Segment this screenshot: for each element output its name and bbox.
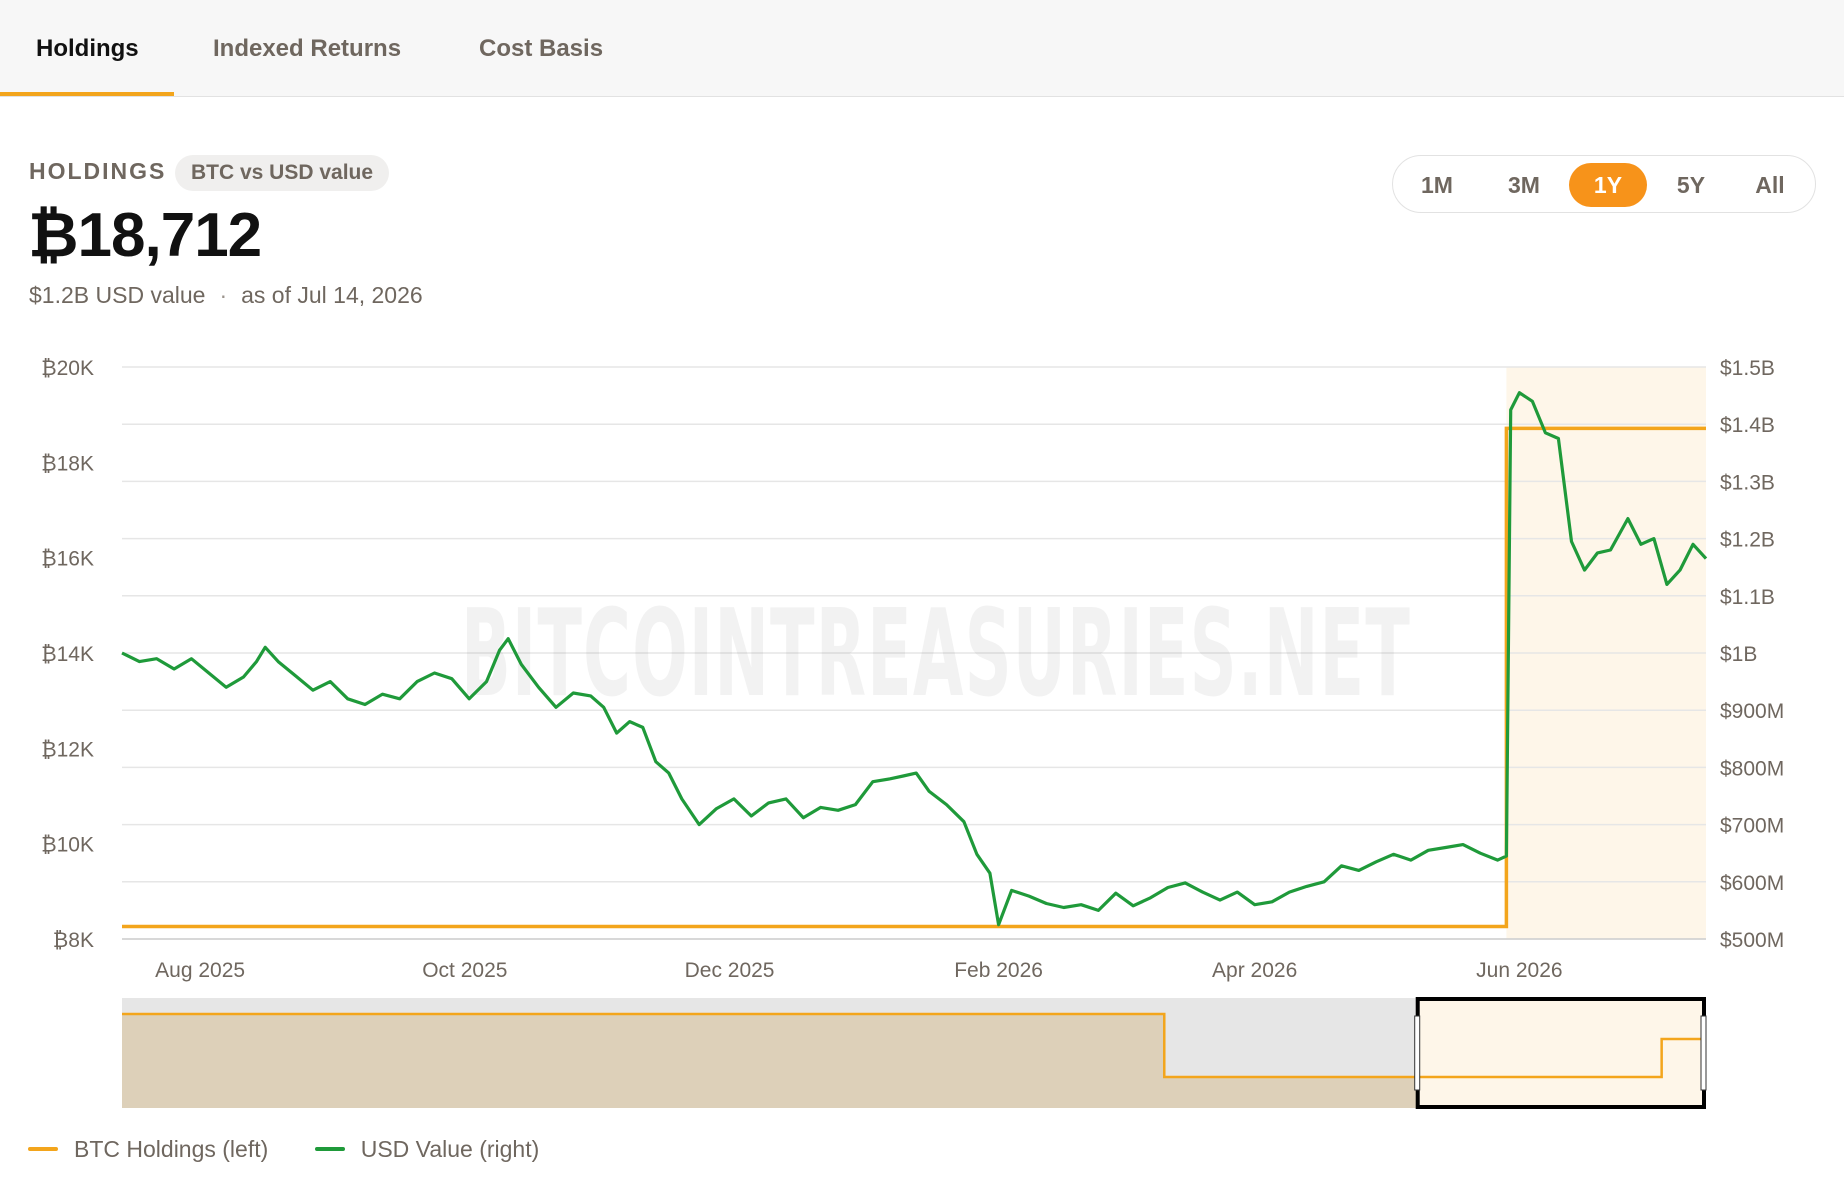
range-button-1y[interactable]: 1Y	[1569, 163, 1647, 207]
watermark: BITCOINTREASURIES.NET	[461, 585, 1411, 724]
x-tick-label: Aug 2025	[155, 959, 245, 982]
y-right-tick-label: $800M	[1720, 757, 1784, 780]
y-left-tick-label: ₿12K	[41, 738, 94, 761]
legend-item-usd-value[interactable]: USD Value (right)	[314, 1136, 540, 1163]
navigator	[122, 997, 1707, 1109]
tab-cost-basis[interactable]: Cost Basis	[479, 0, 603, 97]
range-button-all[interactable]: All	[1735, 163, 1805, 207]
y-left-tick-label: ₿10K	[41, 834, 94, 857]
y-right-tick-label: $1.2B	[1720, 529, 1775, 552]
y-left-tick-label: ₿16K	[41, 548, 94, 571]
range-button-3m[interactable]: 3M	[1489, 163, 1559, 207]
y-left-tick-label: ₿18K	[41, 452, 94, 475]
tab-bar: Holdings Indexed Returns Cost Basis	[0, 0, 1844, 97]
active-tab-indicator	[0, 92, 174, 96]
tab-holdings[interactable]: Holdings	[36, 0, 139, 97]
range-button-1m[interactable]: 1M	[1405, 163, 1469, 207]
x-tick-label: Dec 2025	[685, 959, 775, 982]
x-tick-label: Jun 2026	[1476, 959, 1562, 982]
x-tick-label: Feb 2026	[954, 959, 1043, 982]
chart-legend: BTC Holdings (left) USD Value (right)	[28, 1136, 581, 1166]
y-right-tick-label: $700M	[1720, 815, 1784, 838]
as-of-date: as of Jul 14, 2026	[241, 282, 423, 308]
y-left-tick-label: ₿20K	[41, 357, 94, 380]
navigator-handle-right	[1700, 1015, 1707, 1091]
y-right-tick-label: $1.5B	[1720, 357, 1775, 380]
y-right-tick-label: $1.3B	[1720, 471, 1775, 494]
legend-swatch-usd	[314, 1146, 345, 1151]
range-selector: 1M 3M 1Y 5Y All	[1392, 155, 1816, 213]
holdings-value: ₿18,712	[28, 201, 262, 270]
legend-swatch-btc	[28, 1146, 58, 1151]
x-tick-label: Apr 2026	[1212, 959, 1297, 982]
value-subline: $1.2B USD value · as of Jul 14, 2026	[29, 282, 423, 309]
tab-indexed-returns[interactable]: Indexed Returns	[213, 0, 401, 97]
y-left-tick-label: ₿14K	[41, 643, 94, 666]
y-right-tick-label: $1.4B	[1720, 414, 1775, 437]
legend-item-btc-holdings[interactable]: BTC Holdings (left)	[28, 1136, 268, 1163]
y-right-tick-label: $600M	[1720, 872, 1784, 895]
separator: ·	[219, 282, 228, 308]
section-title: HOLDINGS	[29, 158, 167, 184]
usd-value: $1.2B USD value	[29, 282, 206, 308]
navigator-handle-left	[1414, 1015, 1421, 1091]
y-right-tick-label: $1B	[1720, 643, 1757, 666]
comparison-pill: BTC vs USD value	[175, 155, 390, 191]
y-right-tick-label: $1.1B	[1720, 586, 1775, 609]
range-button-5y[interactable]: 5Y	[1659, 163, 1723, 207]
legend-label-btc: BTC Holdings (left)	[74, 1136, 269, 1162]
y-right-tick-label: $900M	[1720, 700, 1784, 723]
holdings-chart: BITCOINTREASURIES.NET ₿8K ₿10K ₿12K ₿14K ₿16K…	[41, 357, 1784, 1109]
x-tick-label: Oct 2025	[422, 959, 507, 982]
y-right-tick-label: $500M	[1720, 929, 1784, 952]
y-left-tick-label: ₿8K	[53, 929, 94, 952]
legend-label-usd: USD Value (right)	[360, 1136, 540, 1162]
